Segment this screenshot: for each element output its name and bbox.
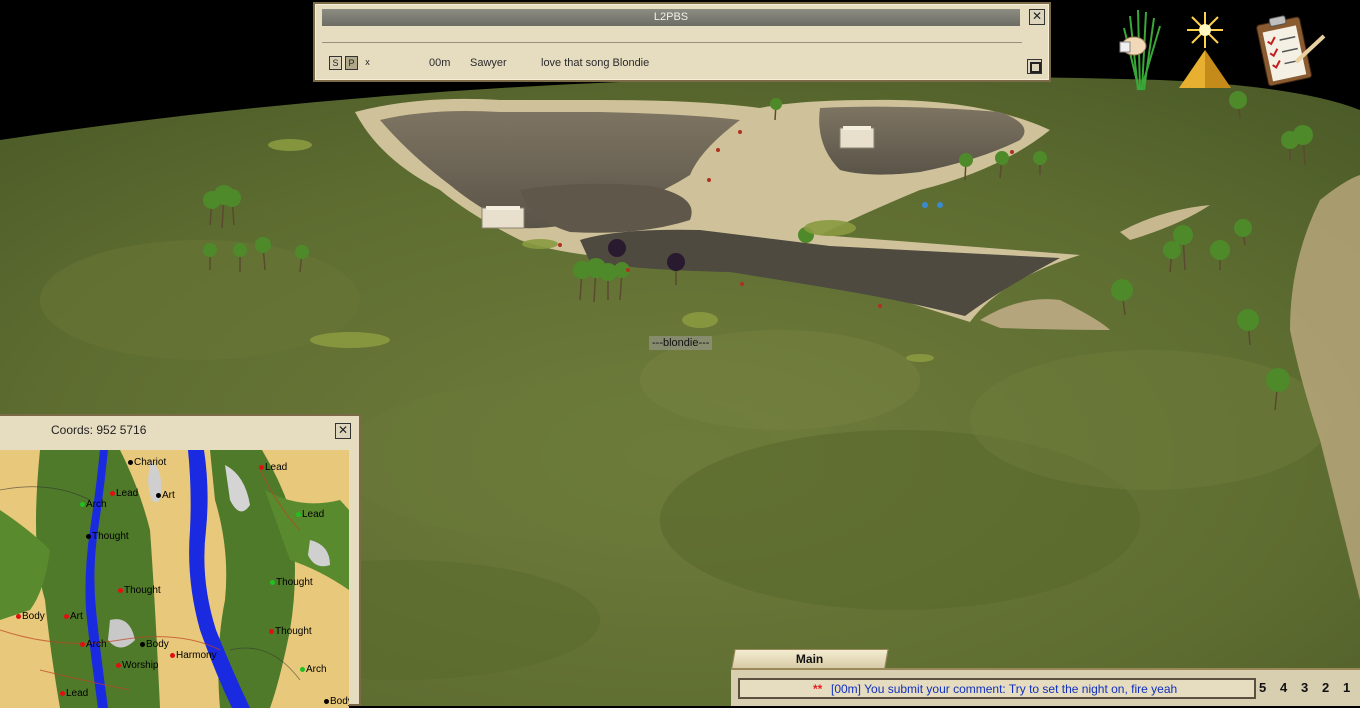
page-4-button[interactable]: 4 xyxy=(1280,680,1287,695)
pyramid-sun-icon[interactable] xyxy=(1175,6,1231,92)
minimap-close-button[interactable]: ✕ xyxy=(335,423,351,439)
map-marker-lead[interactable]: Lead xyxy=(259,462,287,473)
system-message-text: [00m] You submit your comment: Try to se… xyxy=(831,682,1178,696)
chat-private-button[interactable]: P xyxy=(345,56,358,70)
map-marker-lead[interactable]: Lead xyxy=(296,509,324,520)
page-5-button[interactable]: 5 xyxy=(1259,680,1266,695)
map-marker-harmony[interactable]: Harmony xyxy=(170,650,217,661)
page-2-button[interactable]: 2 xyxy=(1322,680,1329,695)
page-1-button[interactable]: 1 xyxy=(1343,680,1350,695)
chat-message-sender[interactable]: Sawyer xyxy=(470,57,507,69)
tab-main[interactable]: Main xyxy=(731,649,889,668)
system-message-box[interactable]: ** [00m] You submit your comment: Try to… xyxy=(738,678,1256,699)
map-marker-art[interactable]: Art xyxy=(156,490,175,501)
chat-say-button[interactable]: S xyxy=(329,56,342,70)
map-marker-body[interactable]: Body xyxy=(16,611,45,622)
coords-readout: Coords: 952 5716 xyxy=(51,423,147,437)
map-marker-body[interactable]: Body xyxy=(140,639,169,650)
map-marker-lead[interactable]: Lead xyxy=(60,688,88,699)
chat-window[interactable]: L2PBS ✕ S P x 00m Sawyer love that song … xyxy=(313,2,1051,82)
map-marker-chariot[interactable]: Chariot xyxy=(128,457,166,468)
minimap-map[interactable]: Chariot Lead Lead Arch Art Lead Thought … xyxy=(0,450,349,708)
bottom-chat-bar: ** [00m] You submit your comment: Try to… xyxy=(731,668,1360,706)
map-marker-thought[interactable]: Thought xyxy=(269,626,312,637)
chat-message-channel: 00m xyxy=(429,57,451,69)
clipboard-checklist-icon[interactable] xyxy=(1256,6,1326,92)
map-marker-arch[interactable]: Arch xyxy=(80,639,107,650)
page-3-button[interactable]: 3 xyxy=(1301,680,1308,695)
map-marker-body[interactable]: Body xyxy=(324,696,349,707)
chat-message-text: love that song Blondie xyxy=(541,57,650,69)
chat-clear-button[interactable]: x xyxy=(361,56,374,70)
map-marker-thought[interactable]: Thought xyxy=(118,585,161,596)
map-marker-worship[interactable]: Worship xyxy=(116,660,159,671)
map-marker-thought[interactable]: Thought xyxy=(270,577,313,588)
chat-window-title[interactable]: L2PBS xyxy=(322,9,1020,26)
grain-sheaf-icon[interactable] xyxy=(1116,6,1172,92)
minimap-window[interactable]: Coords: 952 5716 ✕ Chariot Lead Lead Arc… xyxy=(0,414,361,708)
chat-maximize-button[interactable] xyxy=(1027,59,1042,74)
map-marker-art[interactable]: Art xyxy=(64,611,83,622)
message-alert-marker: ** xyxy=(813,682,823,696)
player-nameplate[interactable]: ---blondie--- xyxy=(649,336,713,350)
map-marker-arch[interactable]: Arch xyxy=(300,664,327,675)
chat-divider xyxy=(322,42,1022,43)
map-marker-arch[interactable]: Arch xyxy=(80,499,107,510)
map-marker-thought[interactable]: Thought xyxy=(86,531,129,542)
map-marker-lead[interactable]: Lead xyxy=(110,488,138,499)
chat-close-button[interactable]: ✕ xyxy=(1029,9,1045,25)
